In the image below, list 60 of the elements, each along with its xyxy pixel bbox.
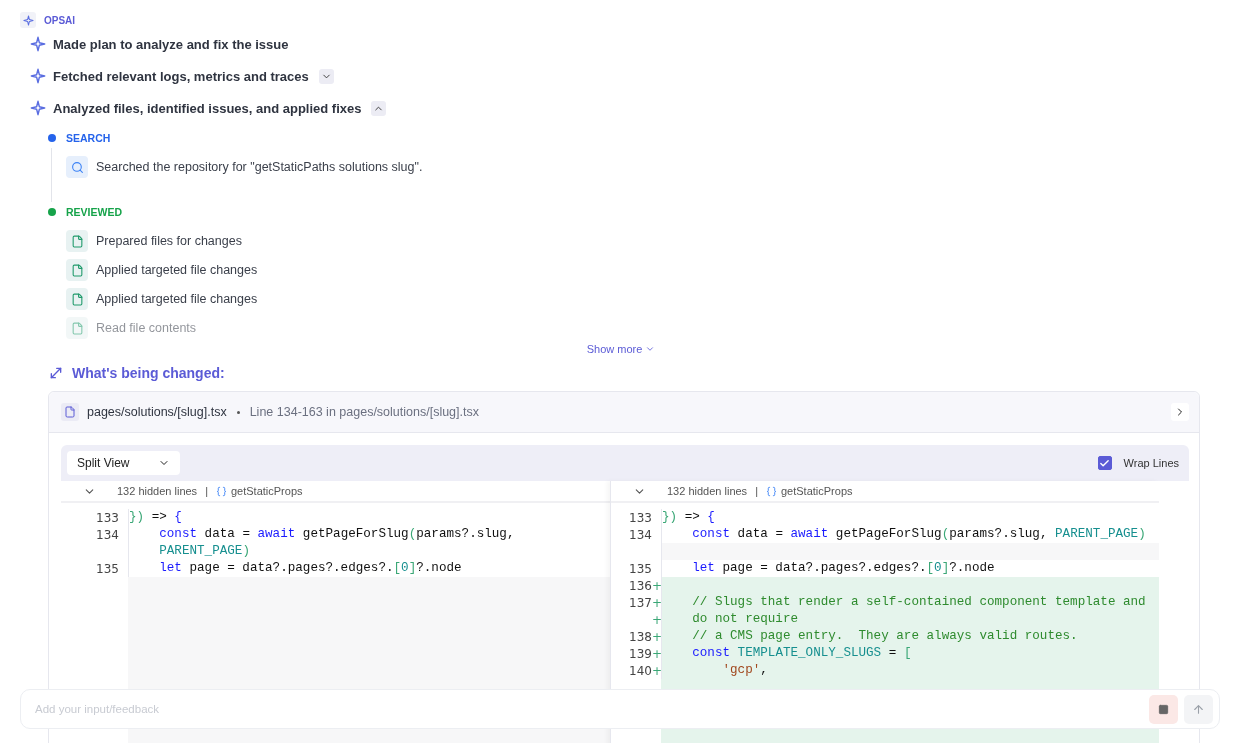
- line-range: Line 134-163 in pages/solutions/[slug].tsx: [249, 405, 480, 419]
- step-title: Analyzed files, identified issues, and applied fixes: [53, 100, 362, 116]
- hidden-lines-text: 132 hidden lines: [117, 485, 198, 497]
- checkbox-label: Wrap Lines: [1123, 457, 1179, 469]
- chevron-down-icon: [645, 344, 656, 354]
- line-number: 133: [629, 510, 652, 525]
- step-title: Made plan to analyze and fix the issue: [53, 36, 289, 52]
- show-more-link[interactable]: Show more: [586, 343, 656, 355]
- symbol-name: getStaticProps: [231, 485, 303, 497]
- diagonal-arrows-icon: [48, 365, 64, 381]
- line-number: 133: [96, 510, 119, 525]
- line-number: 136: [629, 578, 652, 593]
- pipe-separator: |: [755, 485, 758, 497]
- pipe-separator: |: [205, 485, 208, 497]
- line-number: 134: [96, 527, 119, 542]
- line-number: 138: [629, 629, 652, 644]
- view-select[interactable]: Split View: [67, 451, 180, 475]
- line-number: 137: [629, 595, 652, 610]
- step-title: Fetched relevant logs, metrics and traces: [53, 68, 309, 84]
- file-icon: [61, 403, 79, 421]
- line-number: 139: [629, 646, 652, 661]
- agent-label: OPSAI: [44, 14, 76, 26]
- added-marker: +: [652, 629, 661, 644]
- braces-icon: [216, 485, 227, 497]
- section-heading: What's being changed:: [72, 365, 225, 381]
- symbol-name: getStaticProps: [781, 485, 853, 497]
- sparkle-icon: [30, 36, 46, 52]
- file-icon: [66, 317, 88, 339]
- stop-button[interactable]: [1149, 694, 1178, 724]
- sparkle-icon: [30, 100, 46, 116]
- activity-text: Prepared files for changes: [96, 234, 242, 248]
- arrow-up-icon: [1192, 702, 1205, 716]
- added-marker: +: [652, 612, 661, 627]
- activity-text: Applied targeted file changes: [96, 292, 258, 306]
- section-title: REVIEWED: [66, 206, 122, 218]
- added-marker: +: [652, 646, 661, 661]
- stop-icon: [1158, 703, 1169, 715]
- file-name: pages/solutions/[slug].tsx: [87, 405, 227, 419]
- activity-text: Applied targeted file changes: [96, 263, 258, 277]
- braces-icon: [766, 485, 777, 497]
- added-marker: +: [652, 578, 661, 593]
- line-number: 134: [629, 527, 652, 542]
- hidden-lines-text: 132 hidden lines: [667, 485, 748, 497]
- line-number: 135: [96, 561, 119, 576]
- next-button[interactable]: [1171, 403, 1189, 421]
- file-icon: [66, 259, 88, 281]
- line-number: 140: [629, 663, 652, 678]
- line-number: 135: [629, 561, 652, 576]
- file-icon: [66, 230, 88, 252]
- search-icon: [66, 156, 88, 178]
- added-marker: +: [652, 663, 661, 678]
- wrap-checkbox[interactable]: [1097, 456, 1112, 470]
- added-marker: +: [652, 595, 661, 610]
- bullet-separator: [236, 410, 240, 414]
- section-title: SEARCH: [66, 132, 111, 144]
- sparkle-icon: [30, 68, 46, 84]
- file-icon: [66, 288, 88, 310]
- activity-text: Read file contents: [96, 321, 197, 335]
- activity-text: Searched the repository for "getStaticPaths solutions slug".: [96, 160, 423, 174]
- check-icon: [1099, 457, 1111, 469]
